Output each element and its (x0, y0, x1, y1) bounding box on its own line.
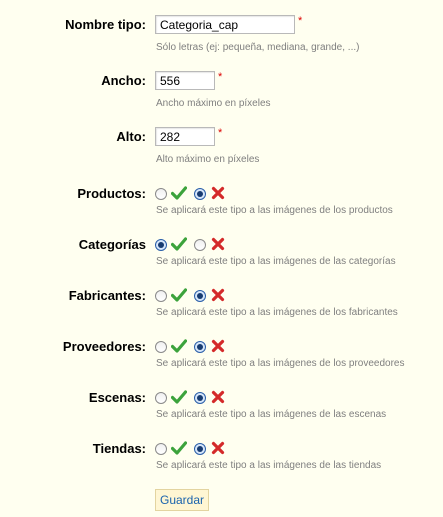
required-marker: * (298, 15, 303, 27)
option-0-label: Productos: (77, 186, 146, 201)
cross-icon (211, 390, 227, 404)
check-icon (170, 441, 188, 455)
option-4-no-radio[interactable] (194, 392, 206, 404)
option-2-hint: Se aplicará este tipo a las imágenes de … (156, 307, 398, 318)
option-5-yes-radio[interactable] (155, 443, 167, 455)
cross-icon (211, 186, 227, 200)
ancho-input[interactable] (155, 71, 215, 90)
option-2-label: Fabricantes: (68, 288, 146, 303)
option-3-yes-radio[interactable] (155, 341, 167, 353)
ancho-label: Ancho: (101, 73, 146, 88)
cross-icon (211, 441, 227, 455)
option-5-label: Tiendas: (92, 441, 146, 456)
nombre-tipo-input[interactable] (155, 15, 295, 34)
ancho-hint: Ancho máximo en píxeles (156, 98, 271, 109)
nombre-tipo-label: Nombre tipo: (65, 17, 146, 32)
option-4-hint: Se aplicará este tipo a las imágenes de … (156, 409, 387, 420)
option-4-yes-radio[interactable] (155, 392, 167, 404)
option-1-label: Categorías (78, 237, 146, 252)
required-marker: * (218, 71, 223, 83)
option-1-hint: Se aplicará este tipo a las imágenes de … (156, 256, 396, 267)
option-3-label: Proveedores: (62, 339, 146, 354)
option-0-hint: Se aplicará este tipo a las imágenes de … (156, 205, 393, 216)
nombre-tipo-hint: Sólo letras (ej: pequeña, mediana, grand… (156, 42, 360, 53)
option-3-no-radio[interactable] (194, 341, 206, 353)
check-icon (170, 288, 188, 302)
alto-input[interactable] (155, 127, 215, 146)
required-marker: * (218, 127, 223, 139)
option-2-yes-radio[interactable] (155, 290, 167, 302)
option-1-yes-radio[interactable] (155, 239, 167, 251)
option-4-label: Escenas: (88, 390, 146, 405)
check-icon (170, 186, 188, 200)
option-3-hint: Se aplicará este tipo a las imágenes de … (156, 358, 405, 369)
option-0-yes-radio[interactable] (155, 188, 167, 200)
option-1-no-radio[interactable] (194, 239, 206, 251)
option-2-no-radio[interactable] (194, 290, 206, 302)
guardar-button[interactable]: Guardar (155, 489, 209, 511)
cross-icon (211, 339, 227, 353)
check-icon (170, 339, 188, 353)
cross-icon (211, 237, 227, 251)
check-icon (170, 390, 188, 404)
alto-hint: Alto máximo en píxeles (156, 154, 260, 165)
cross-icon (211, 288, 227, 302)
option-0-no-radio[interactable] (194, 188, 206, 200)
check-icon (170, 237, 188, 251)
option-5-no-radio[interactable] (194, 443, 206, 455)
alto-label: Alto: (116, 129, 146, 144)
option-5-hint: Se aplicará este tipo a las imágenes de … (156, 460, 382, 471)
